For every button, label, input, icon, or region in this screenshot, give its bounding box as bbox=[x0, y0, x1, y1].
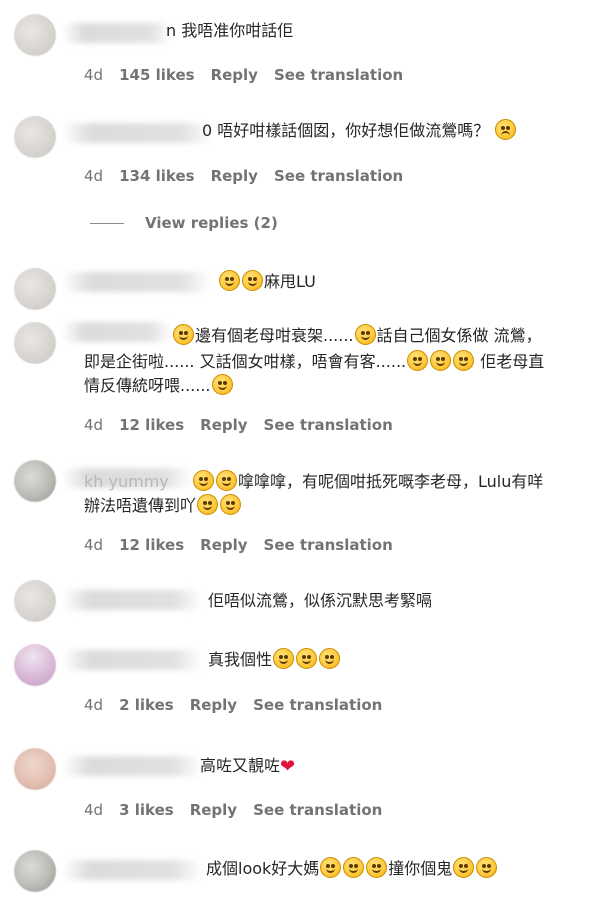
comment-text: 麻甩LU bbox=[218, 270, 316, 294]
username-blurred[interactable] bbox=[62, 650, 202, 670]
laughing-face-icon bbox=[407, 350, 429, 371]
username-partial[interactable]: kh yummy bbox=[84, 470, 169, 494]
view-replies-button[interactable]: View replies (2) bbox=[90, 214, 278, 232]
yum-face-icon bbox=[273, 648, 295, 669]
smirk-face-icon bbox=[354, 324, 376, 345]
username-blurred[interactable] bbox=[62, 590, 202, 610]
comment-text: 0 唔好咁樣話個囡，你好想佢做流鶯嗎？ bbox=[202, 119, 517, 143]
username-blurred[interactable] bbox=[62, 123, 212, 143]
see-translation-button[interactable]: See translation bbox=[274, 167, 403, 185]
comment-text-line2: 辦法唔遺傳到吖 bbox=[84, 494, 242, 518]
avatar[interactable] bbox=[14, 644, 56, 686]
comment-time: 4d bbox=[84, 801, 104, 819]
zany-face-icon bbox=[211, 374, 233, 395]
comment-meta: 4d 134 likes Reply See translation bbox=[84, 167, 403, 185]
laughing-face-icon bbox=[453, 857, 475, 878]
comment-text-line1: 嗱嗱嗱，有呢個咁抵死嘅李老母，Lulu有咩 bbox=[192, 470, 543, 494]
grinning-face-icon bbox=[219, 270, 240, 291]
likes-count[interactable]: 134 likes bbox=[119, 167, 195, 185]
comment-meta: 4d 12 likes Reply See translation bbox=[84, 536, 393, 554]
username-blurred[interactable] bbox=[62, 23, 172, 43]
comments-panel: n 我唔准你咁話佢 4d 145 likes Reply See transla… bbox=[0, 0, 600, 911]
likes-count[interactable]: 12 likes bbox=[119, 536, 184, 554]
reply-button[interactable]: Reply bbox=[200, 536, 247, 554]
reply-button[interactable]: Reply bbox=[200, 416, 247, 434]
yum-face-icon bbox=[319, 648, 341, 669]
see-translation-button[interactable]: See translation bbox=[274, 66, 403, 84]
grinning-face-icon bbox=[242, 270, 263, 291]
comment-text-line2: 即是企街啦...... 又話個女咁樣，唔會有客...... 佢老母直 bbox=[84, 350, 545, 371]
username-blurred[interactable] bbox=[62, 756, 202, 776]
grinning-face-icon bbox=[197, 494, 219, 515]
grinning-face-icon bbox=[366, 857, 388, 878]
reply-button[interactable]: Reply bbox=[190, 696, 237, 714]
likes-count[interactable]: 12 likes bbox=[119, 416, 184, 434]
comment-time: 4d bbox=[84, 536, 104, 554]
laughing-face-icon bbox=[216, 470, 237, 491]
comment-time: 4d bbox=[84, 167, 104, 185]
avatar[interactable] bbox=[14, 850, 56, 892]
yum-face-icon bbox=[296, 648, 318, 669]
comment-text-line3: 情反傳統呀喂...... bbox=[84, 374, 234, 398]
sad-face-icon bbox=[495, 119, 517, 140]
laughing-face-icon bbox=[476, 857, 498, 878]
grinning-face-icon bbox=[220, 494, 242, 515]
comment-meta: 4d 145 likes Reply See translation bbox=[84, 66, 403, 84]
comment-time: 4d bbox=[84, 66, 104, 84]
divider-line bbox=[90, 222, 124, 224]
likes-count[interactable]: 2 likes bbox=[119, 696, 174, 714]
comment-meta: 4d 2 likes Reply See translation bbox=[84, 696, 382, 714]
reply-button[interactable]: Reply bbox=[211, 167, 258, 185]
avatar[interactable] bbox=[14, 748, 56, 790]
comment-time: 4d bbox=[84, 696, 104, 714]
comment-time: 4d bbox=[84, 416, 104, 434]
avatar[interactable] bbox=[14, 268, 56, 310]
comment-text: 高咗又靚咗❤ bbox=[200, 756, 296, 777]
avatar[interactable] bbox=[14, 580, 56, 622]
avatar[interactable] bbox=[14, 116, 56, 158]
username-blurred[interactable] bbox=[62, 272, 212, 292]
username-blurred[interactable] bbox=[62, 322, 172, 342]
likes-count[interactable]: 3 likes bbox=[119, 801, 174, 819]
comment-text: 成個look好大媽 撞你個鬼 bbox=[206, 857, 498, 881]
laughing-face-icon bbox=[173, 324, 194, 345]
avatar[interactable] bbox=[14, 322, 56, 364]
username-blurred[interactable] bbox=[62, 860, 202, 880]
comment-meta: 4d 3 likes Reply See translation bbox=[84, 801, 382, 819]
see-translation-button[interactable]: See translation bbox=[253, 801, 382, 819]
laughing-face-icon bbox=[430, 350, 452, 371]
avatar[interactable] bbox=[14, 460, 56, 502]
grinning-face-icon bbox=[343, 857, 365, 878]
laughing-face-icon bbox=[193, 470, 214, 491]
reply-button[interactable]: Reply bbox=[190, 801, 237, 819]
heart-icon: ❤ bbox=[280, 756, 296, 777]
reply-button[interactable]: Reply bbox=[211, 66, 258, 84]
avatar[interactable] bbox=[14, 14, 56, 56]
grinning-face-icon bbox=[320, 857, 342, 878]
comment-text-line1: 邊有個老母咁衰架...... 話自己個女係做 流鶯， bbox=[172, 324, 542, 348]
comment-meta: 4d 12 likes Reply See translation bbox=[84, 416, 393, 434]
laughing-face-icon bbox=[453, 350, 475, 371]
see-translation-button[interactable]: See translation bbox=[264, 536, 393, 554]
see-translation-button[interactable]: See translation bbox=[264, 416, 393, 434]
comment-text: 真我個性 bbox=[208, 648, 341, 672]
comment-text: n 我唔准你咁話佢 bbox=[166, 21, 294, 40]
see-translation-button[interactable]: See translation bbox=[253, 696, 382, 714]
comment-text: 佢唔似流鶯，似係沉默思考緊嗝 bbox=[208, 591, 433, 610]
likes-count[interactable]: 145 likes bbox=[119, 66, 195, 84]
